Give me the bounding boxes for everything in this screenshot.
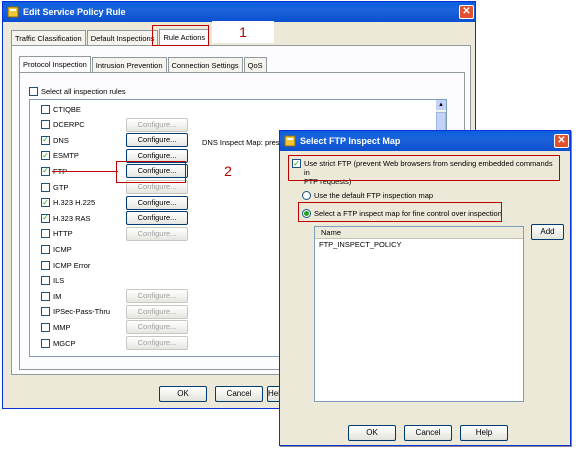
table-body: FTP_INSPECT_POLICY (315, 239, 523, 251)
dialog-title: Edit Service Policy Rule (23, 7, 126, 17)
rule-checkbox[interactable] (41, 182, 50, 192)
rule-label: MGCP (53, 338, 76, 348)
configure-button: Configure... (126, 117, 188, 132)
callout-2: 2 (204, 159, 252, 183)
ftp-dialog-title: Select FTP Inspect Map (300, 136, 401, 146)
rule-label: DCERPC (53, 120, 85, 130)
radio-default-label: Use the default FTP inspection map (314, 190, 434, 200)
ftp-configure-highlight (116, 161, 186, 183)
rule-label: ICMP (53, 244, 72, 254)
rule-checkbox[interactable] (41, 322, 50, 332)
rule-row[interactable]: ILS (41, 275, 64, 287)
rule-row[interactable]: MGCP (41, 337, 76, 349)
configure-button[interactable]: Configure... (126, 211, 188, 226)
rule-label: GTP (53, 182, 69, 192)
tab-connection-settings[interactable]: Connection Settings (167, 57, 243, 72)
rule-label: HTTP (53, 229, 73, 239)
tab-protocol-inspection[interactable]: Protocol Inspection (19, 56, 91, 72)
rule-label: ILS (53, 276, 65, 286)
rule-actions-highlight (152, 25, 209, 46)
ftp-ok-button[interactable]: OK (348, 425, 396, 441)
rule-row[interactable]: HTTP (41, 228, 73, 240)
rule-checkbox[interactable] (41, 120, 50, 130)
rule-row[interactable]: DCERPC (41, 119, 85, 131)
rule-checkbox[interactable] (41, 291, 50, 301)
rule-row[interactable]: IM (41, 290, 61, 302)
rule-label: MMP (53, 322, 71, 332)
scroll-up-arrow-icon[interactable]: ▲ (436, 100, 446, 110)
tab-qos[interactable]: QoS (243, 57, 267, 72)
ftp-help-button[interactable]: Help (460, 425, 508, 441)
app-icon (7, 6, 19, 18)
tab-default-inspections[interactable]: Default Inspections (86, 30, 159, 45)
rule-checkbox[interactable] (41, 276, 50, 286)
table-row[interactable]: FTP_INSPECT_POLICY (315, 239, 523, 251)
close-icon[interactable]: ✕ (459, 5, 474, 19)
rule-checkbox[interactable] (41, 229, 50, 239)
ftp-title-bar: Select FTP Inspect Map (280, 131, 570, 151)
app-icon (284, 135, 296, 147)
rule-label: H.323 H.225 (53, 198, 96, 208)
default-map-radio[interactable] (302, 190, 311, 200)
inspect-map-table: Name FTP_INSPECT_POLICY (314, 226, 524, 402)
configure-button: Configure... (126, 226, 188, 241)
callout-1: 1 (212, 21, 274, 43)
rule-row[interactable]: ✓ H.323 H.225 (41, 197, 95, 209)
rule-label: IM (53, 291, 62, 301)
rule-checkbox[interactable] (41, 338, 50, 348)
rule-label: IPSec-Pass-Thru (53, 307, 111, 317)
tab-intrusion-prevention[interactable]: Intrusion Prevention (91, 57, 167, 72)
rule-label: H.323 RAS (53, 213, 91, 223)
rule-checkbox[interactable]: ✓ (41, 151, 50, 161)
rule-label: DNS (53, 135, 69, 145)
rule-checkbox[interactable]: ✓ (41, 135, 50, 145)
rule-row[interactable]: ✓ ESMTP (41, 150, 79, 162)
rule-row[interactable]: ICMP (41, 243, 72, 255)
rule-row[interactable]: ICMP Error (41, 259, 90, 271)
title-bar: Edit Service Policy Rule (3, 2, 475, 22)
configure-button[interactable]: Configure... (126, 133, 188, 148)
dns-inspect-map-note: DNS Inspect Map: prese (202, 138, 284, 147)
ok-button[interactable]: OK (159, 386, 207, 402)
strict-ftp-highlight (288, 155, 560, 181)
rule-checkbox[interactable]: ✓ (41, 198, 50, 208)
rule-row[interactable]: ✓ H.323 RAS (41, 212, 91, 224)
select-all-row[interactable]: Select all inspection rules (29, 85, 126, 97)
rule-checkbox[interactable] (41, 307, 50, 317)
configure-button: Configure... (126, 289, 188, 304)
rule-label: CTIQBE (53, 104, 81, 114)
sub-tabs: Protocol Inspection Intrusion Prevention… (19, 56, 268, 72)
ftp-cancel-button[interactable]: Cancel (404, 425, 452, 441)
configure-button: Configure... (126, 320, 188, 335)
configure-button: Configure... (126, 304, 188, 319)
radio-default-row[interactable]: Use the default FTP inspection map (302, 189, 433, 201)
rule-checkbox[interactable]: ✓ (41, 166, 50, 176)
rule-row[interactable]: CTIQBE (41, 103, 81, 115)
rule-checkbox[interactable]: ✓ (41, 213, 50, 223)
rule-row[interactable]: ✓ DNS (41, 134, 69, 146)
rule-row[interactable]: MMP (41, 321, 71, 333)
rule-checkbox[interactable] (41, 260, 50, 270)
cancel-button[interactable]: Cancel (215, 386, 263, 402)
select-ftp-inspect-map-dialog: Select FTP Inspect Map ✕ ✓ Use strict FT… (279, 130, 571, 446)
select-map-highlight (298, 202, 502, 222)
rule-label: ICMP Error (53, 260, 91, 270)
rule-checkbox[interactable] (41, 244, 50, 254)
close-icon[interactable]: ✕ (554, 134, 569, 148)
rule-label: ESMTP (53, 151, 79, 161)
table-header-name[interactable]: Name (315, 227, 523, 239)
configure-button[interactable]: Configure... (126, 195, 188, 210)
select-all-checkbox[interactable] (29, 86, 38, 96)
select-all-label: Select all inspection rules (41, 86, 126, 96)
rule-row[interactable]: IPSec-Pass-Thru (41, 306, 110, 318)
configure-button: Configure... (126, 336, 188, 350)
callout-line (52, 171, 118, 172)
rule-checkbox[interactable] (41, 104, 50, 114)
add-button[interactable]: Add (531, 224, 564, 240)
rule-row[interactable]: GTP (41, 181, 68, 193)
tab-traffic-classification[interactable]: Traffic Classification (11, 30, 86, 45)
